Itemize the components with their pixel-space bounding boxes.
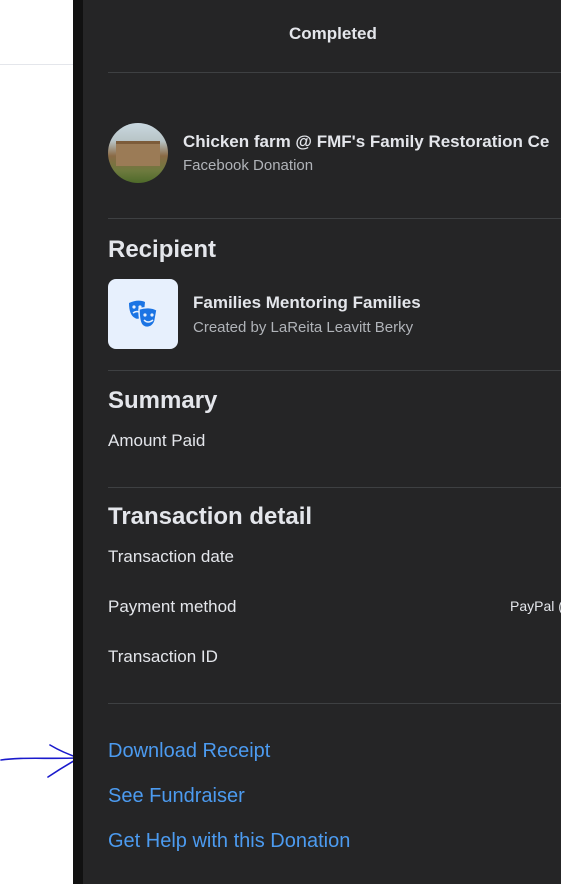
fundraiser-title[interactable]: Chicken farm @ FMF's Family Restoration … (183, 132, 549, 152)
divider (108, 487, 561, 488)
fundraiser-avatar[interactable] (108, 123, 168, 183)
transaction-date-label: Transaction date (108, 547, 234, 566)
top-divider (0, 64, 73, 65)
fundraiser-subtitle: Facebook Donation (183, 157, 314, 174)
recipient-name[interactable]: Families Mentoring Families (193, 293, 421, 313)
transaction-id-label: Transaction ID (108, 647, 218, 666)
recipient-heading: Recipient (108, 236, 217, 263)
status-label: Completed (289, 24, 377, 43)
divider (108, 703, 561, 704)
download-receipt-link[interactable]: Download Receipt (108, 740, 270, 763)
get-help-link[interactable]: Get Help with this Donation (108, 830, 350, 853)
recipient-avatar[interactable] (108, 279, 178, 349)
payment-method-value: PayPal ( (510, 598, 561, 614)
see-fundraiser-link[interactable]: See Fundraiser (108, 785, 245, 808)
transaction-heading: Transaction detail (108, 503, 313, 530)
divider (108, 218, 561, 219)
payment-method-label: Payment method (108, 597, 237, 616)
summary-heading: Summary (108, 387, 218, 414)
recipient-created-by: Created by LaReita Leavitt Berky (193, 319, 414, 336)
theater-masks-icon (129, 300, 158, 329)
amount-paid-label: Amount Paid (108, 431, 206, 450)
divider (108, 72, 561, 73)
panel-edge (73, 0, 83, 884)
divider (108, 370, 561, 371)
donation-details-panel: Completed Chicken farm @ FMF's Family Re… (83, 0, 561, 884)
